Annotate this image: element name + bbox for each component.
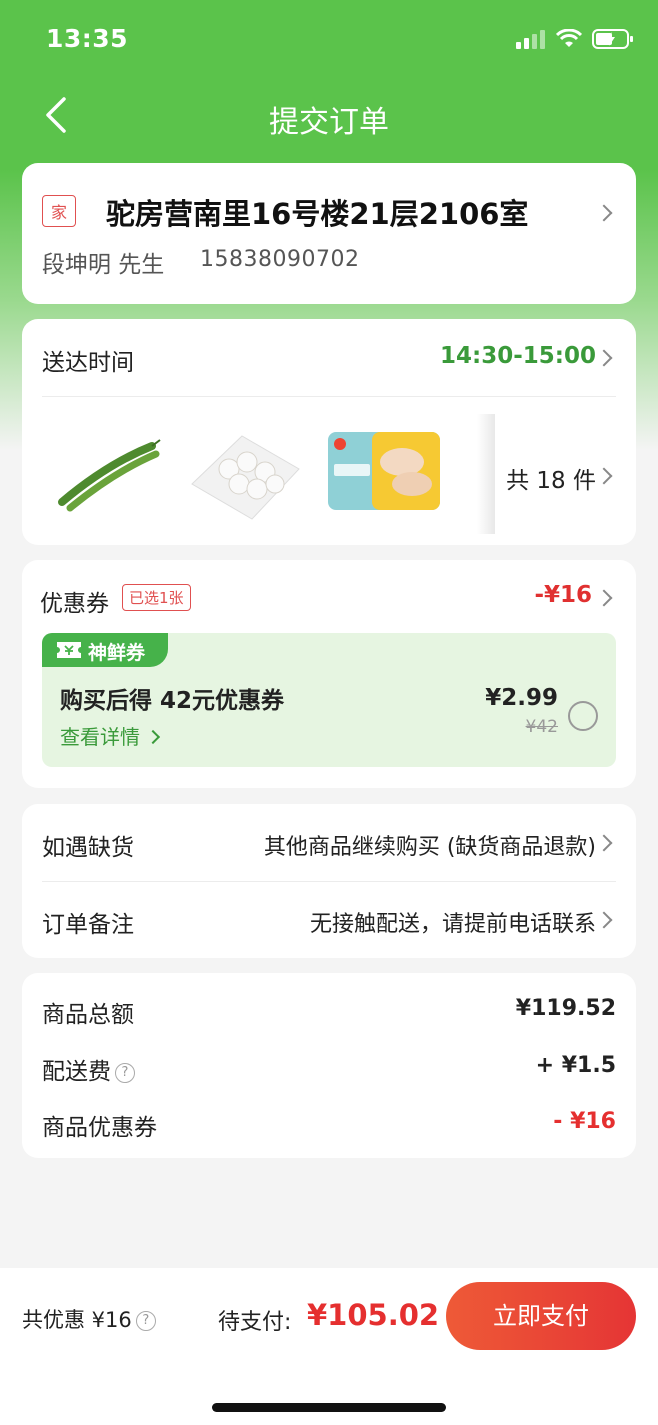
price-summary-card: 商品总额 ¥119.52 配送费? + ¥1.5 商品优惠券 - ¥16 xyxy=(22,973,636,1158)
goods-total-label: 商品总额 xyxy=(42,1002,134,1028)
goods-total-value: ¥119.52 xyxy=(515,996,616,1021)
total-savings-text: 共优惠 ¥16 xyxy=(22,1308,132,1332)
coupon-card: 优惠券 已选1张 -¥16 神鲜券 购买后得 42元优惠券 查看详情 ¥2.99… xyxy=(22,560,636,788)
coupon-price: ¥2.99 xyxy=(485,685,558,711)
delivery-fee-row: 配送费? xyxy=(42,1052,135,1086)
coupon-offer-title: 购买后得 42元优惠券 xyxy=(60,688,285,714)
order-options-card: 如遇缺货 其他商品继续购买 (缺货商品退款) 订单备注 无接触配送，请提前电话联… xyxy=(22,804,636,958)
coupon-detail-link[interactable]: 查看详情 xyxy=(60,721,161,750)
help-icon[interactable]: ? xyxy=(135,1311,156,1331)
order-note-value: 无接触配送，请提前电话联系 xyxy=(309,912,596,937)
stockout-label: 如遇缺货 xyxy=(42,835,134,861)
address-text: 驼房营南里16号楼21层2106室 xyxy=(106,197,529,231)
chevron-right-icon xyxy=(595,834,613,852)
page-title: 提交订单 xyxy=(269,105,389,140)
delivery-fee-label: 配送费 xyxy=(42,1059,111,1085)
product-image-mushrooms[interactable] xyxy=(187,414,307,534)
pay-amount-value: ¥105.02 xyxy=(307,1298,440,1332)
chevron-right-icon xyxy=(595,589,613,607)
product-image-green-beans[interactable] xyxy=(52,414,172,534)
goods-coupon-label: 商品优惠券 xyxy=(42,1115,157,1141)
chevron-right-icon xyxy=(595,349,613,367)
chevron-right-icon xyxy=(595,911,613,929)
coupon-original-price: ¥42 xyxy=(525,717,558,737)
battery-icon xyxy=(592,29,633,49)
status-icons xyxy=(516,28,634,50)
delivery-time-label: 送达时间 xyxy=(42,350,134,376)
address-tag: 家 xyxy=(42,195,77,227)
chevron-right-icon xyxy=(146,729,161,745)
coupon-offer-box[interactable]: 神鲜券 购买后得 42元优惠券 查看详情 ¥2.99 ¥42 xyxy=(42,633,616,767)
chevron-right-icon xyxy=(595,467,613,485)
recipient-name: 段坤明 先生 xyxy=(42,252,165,278)
goods-coupon-value: - ¥16 xyxy=(553,1109,616,1134)
help-icon[interactable]: ? xyxy=(115,1062,135,1083)
navigation-bar: 提交订单 xyxy=(0,85,658,145)
status-bar: 13:35 xyxy=(0,0,658,80)
ticket-icon xyxy=(57,642,81,658)
chevron-right-icon xyxy=(595,204,613,222)
pay-amount-label: 待支付: xyxy=(218,1310,292,1335)
coupon-detail-text: 查看详情 xyxy=(60,725,140,749)
divider xyxy=(42,881,616,882)
delivery-time-value[interactable]: 14:30-15:00 xyxy=(440,343,596,369)
coupon-badge: 神鲜券 xyxy=(42,633,168,667)
home-indicator xyxy=(212,1403,446,1412)
address-card[interactable]: 家 驼房营南里16号楼21层2106室 段坤明 先生 15838090702 xyxy=(22,163,636,304)
stockout-value: 其他商品继续购买 (缺货商品退款) xyxy=(263,835,596,860)
wifi-icon xyxy=(556,29,582,47)
total-savings: 共优惠 ¥16? xyxy=(22,1304,156,1334)
recipient-phone: 15838090702 xyxy=(200,247,360,272)
coupon-discount[interactable]: -¥16 xyxy=(534,582,592,608)
order-note-label: 订单备注 xyxy=(42,912,134,938)
coupon-selected-badge: 已选1张 xyxy=(122,584,191,611)
signal-icon xyxy=(516,30,545,49)
product-image-chicken-pack[interactable] xyxy=(324,414,444,534)
coupon-label: 优惠券 xyxy=(40,591,109,617)
delivery-card: 送达时间 14:30-15:00 共 18 件 xyxy=(22,319,636,545)
delivery-fee-value: + ¥1.5 xyxy=(535,1053,616,1078)
product-scroll-edge xyxy=(477,414,495,534)
coupon-badge-text: 神鲜券 xyxy=(88,642,146,664)
pay-now-button[interactable]: 立即支付 xyxy=(446,1282,636,1350)
status-time: 13:35 xyxy=(46,24,129,53)
coupon-select-radio[interactable] xyxy=(568,701,598,731)
item-count[interactable]: 共 18 件 xyxy=(506,461,596,495)
divider xyxy=(42,396,616,397)
payment-bar: 共优惠 ¥16? 待支付: ¥105.02 立即支付 xyxy=(0,1268,658,1425)
